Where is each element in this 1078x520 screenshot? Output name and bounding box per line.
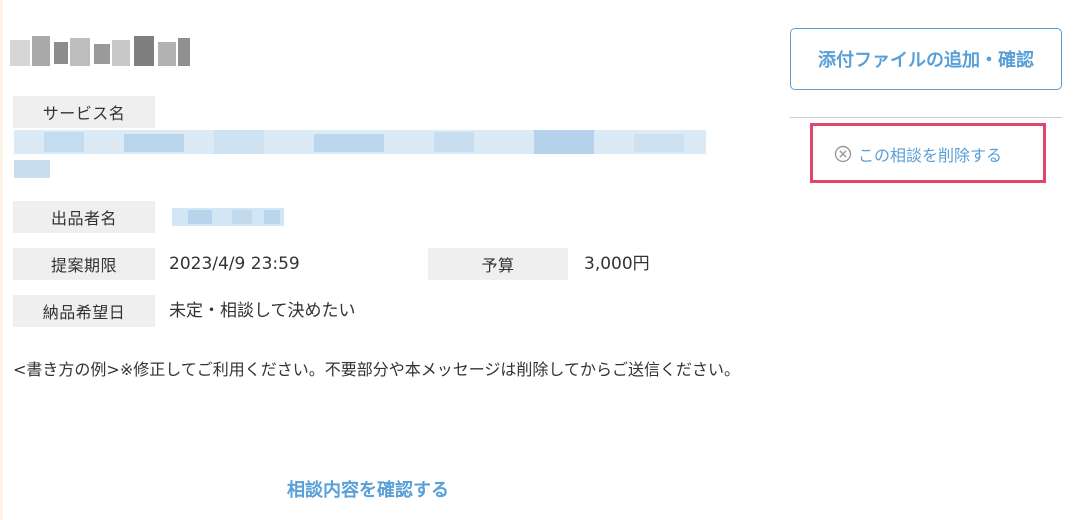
deadline-label: 提案期限 [13,248,155,280]
left-edge-strip [0,0,3,520]
attach-file-button[interactable]: 添付ファイルの追加・確認 [790,28,1062,90]
circle-x-icon [834,145,852,163]
service-name-label: サービス名 [13,96,155,128]
attach-file-button-label: 添付ファイルの追加・確認 [818,50,1034,71]
delete-consultation-link[interactable]: この相談を削除する [834,142,1002,166]
delete-consultation-label: この相談を削除する [858,146,1003,165]
budget-value: 3,000円 [584,254,650,274]
blurred-seller-name [172,208,284,226]
blurred-service-name [14,130,706,180]
blurred-title [10,36,190,72]
seller-name-label: 出品者名 [13,201,155,233]
sidebar-divider [790,117,1062,118]
writing-example-note: <書き方の例>※修正してご利用ください。不要部分や本メッセージは削除してからご送… [13,360,740,379]
confirm-consultation-link[interactable]: 相談内容を確認する [287,476,449,502]
delivery-date-value: 未定・相談して決めたい [169,301,356,321]
deadline-value: 2023/4/9 23:59 [169,254,300,274]
budget-label: 予算 [428,248,568,280]
delivery-date-label: 納品希望日 [13,295,155,327]
